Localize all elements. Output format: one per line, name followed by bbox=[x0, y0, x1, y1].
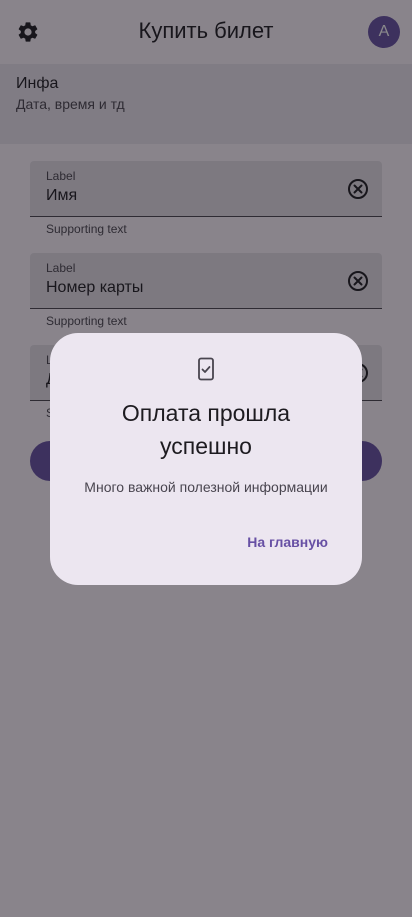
success-dialog: Оплата прошла успешно Много важной полез… bbox=[50, 333, 362, 585]
dialog-text: Много важной полезной информации bbox=[84, 479, 328, 495]
dialog-title: Оплата прошла успешно bbox=[50, 397, 362, 463]
dialog-title-line-1: Оплата прошла bbox=[121, 400, 291, 426]
dialog-title-line-2: успешно bbox=[160, 433, 252, 459]
phone-check-icon bbox=[198, 357, 214, 381]
go-home-button[interactable]: На главную bbox=[243, 532, 332, 552]
